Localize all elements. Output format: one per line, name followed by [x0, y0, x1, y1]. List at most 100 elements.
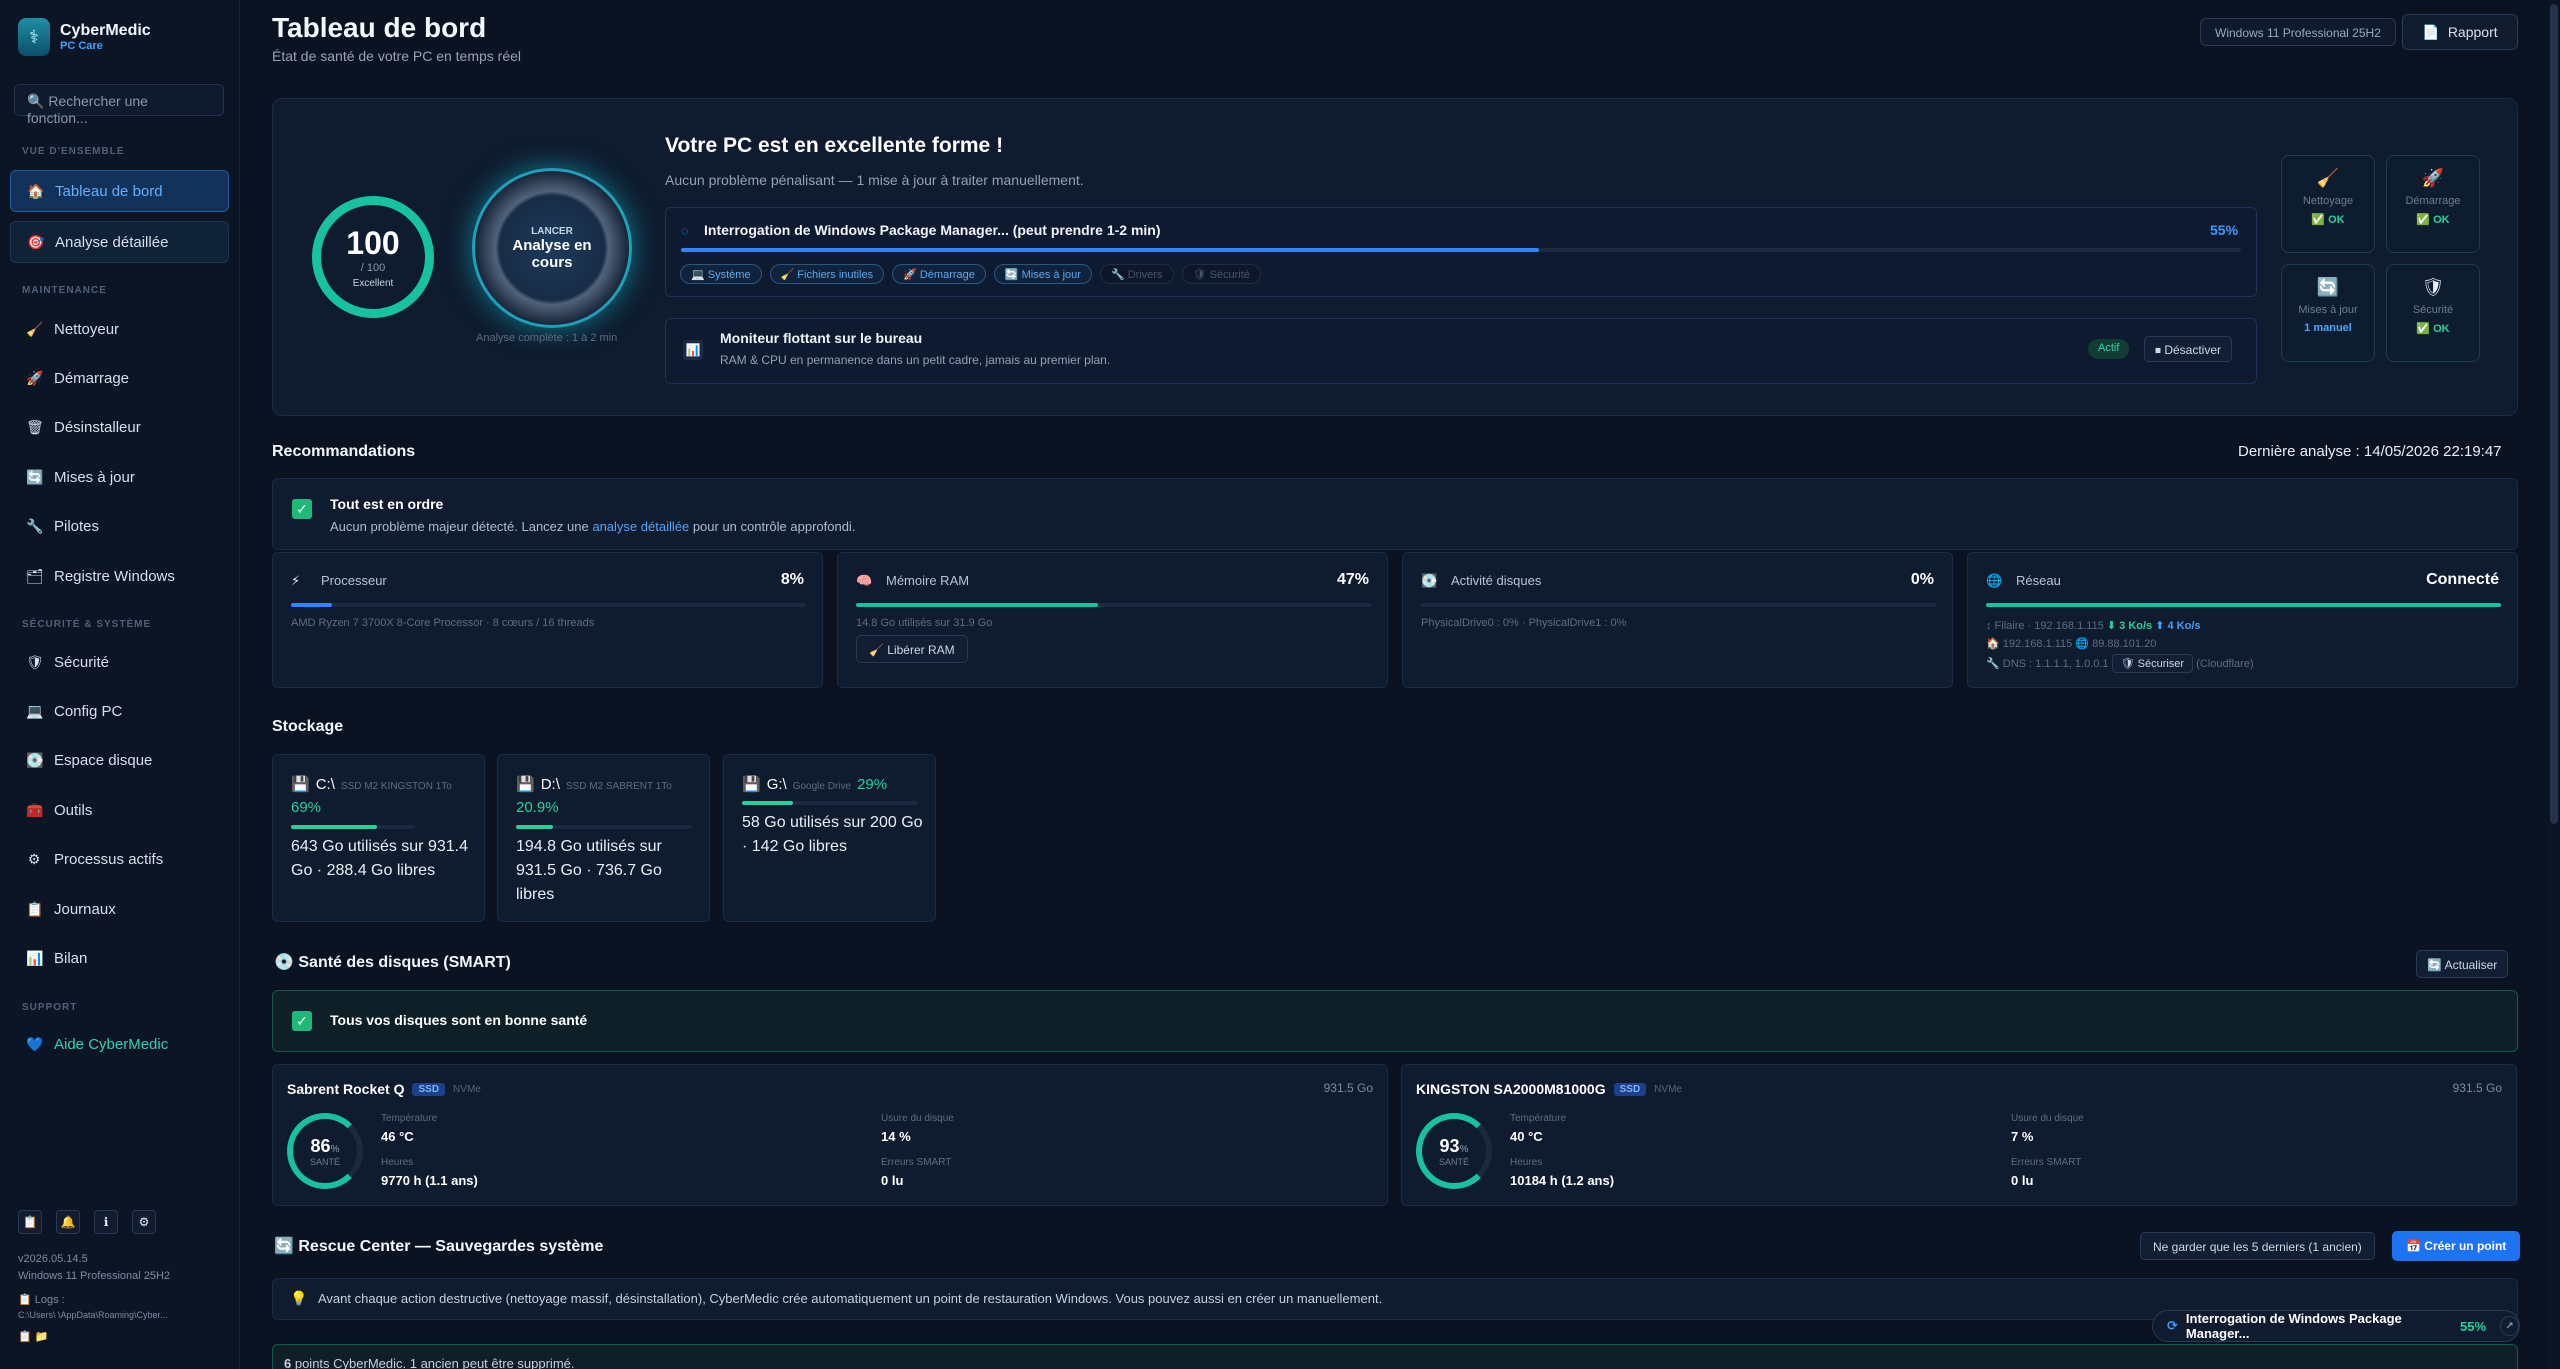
drive-letter: G:\ — [766, 776, 787, 793]
sidebar-item-label: Démarrage — [54, 369, 130, 387]
recommendations-title: Recommandations — [272, 443, 416, 460]
clipboard-icon[interactable]: 📋 — [18, 1210, 42, 1234]
summary-cleaning[interactable]: 🧹 Nettoyage ✅ OK — [2281, 155, 2375, 253]
summary-security[interactable]: 🛡 Sécurité ✅ OK — [2386, 264, 2480, 362]
summary-startup[interactable]: 🚀 Démarrage ✅ OK — [2386, 155, 2480, 253]
drive-c-card[interactable]: 💾 C:\ SSD M2 KINGSTON 1To 69% 643 Go utili… — [272, 754, 485, 922]
sidebar-item-processes[interactable]: ⚙ Processus actifs — [10, 838, 229, 880]
free-ram-button[interactable]: 🧹 Libérer RAM — [856, 635, 968, 663]
cpu-value: 8% — [780, 571, 804, 588]
deactivate-monitor-button[interactable]: ⏹ Désactiver — [2144, 336, 2233, 362]
summary-updates[interactable]: 🔄 Mises à jour 1 manuel — [2281, 264, 2375, 362]
sidebar-item-label: Sécurité — [54, 653, 110, 671]
monitor-title: Moniteur flottant sur le bureau — [720, 330, 923, 346]
broom-icon: 🧹 — [26, 320, 44, 337]
background-task-toast[interactable]: ⟳ Interrogation de Windows Package Manag… — [2152, 1310, 2520, 1342]
disk-model: Sabrent Rocket Q — [287, 1081, 405, 1097]
sidebar-item-drivers[interactable]: 🔧 Pilotes — [10, 505, 229, 547]
network-connection: ↕ Filaire · 192.168.1.115 ⬇ 3 Ko/s ⬆ 4 K… — [1986, 619, 2201, 632]
sidebar-item-label: Tableau de bord — [55, 182, 163, 200]
analysis-step-chip: 🔧 Drivers — [1099, 264, 1174, 284]
folder-icon[interactable]: 📁 — [35, 1331, 49, 1343]
health-score-label: Excellent — [352, 278, 394, 289]
gear-icon[interactable]: ⚙ — [132, 1210, 156, 1234]
info-icon[interactable]: ℹ — [94, 1210, 118, 1234]
disk-health-number: 86 — [310, 1135, 331, 1156]
summary-status: 1 manuel — [2304, 322, 2352, 334]
disk-size: 931.5 Go — [1323, 1081, 1373, 1095]
network-connection-type: ↕ Filaire · 192.168.1.115 — [1986, 620, 2104, 632]
summary-label: Mises à jour — [2298, 304, 2358, 316]
sidebar-item-detailed-analysis[interactable]: 🎯 Analyse détaillée — [10, 221, 229, 263]
sidebar-item-report[interactable]: 📊 Bilan — [10, 937, 229, 979]
secure-dns-button[interactable]: 🛡 Sécuriser — [2111, 654, 2194, 673]
sidebar-item-label: Analyse détaillée — [55, 233, 169, 251]
wear-value: 14 % — [881, 1129, 911, 1144]
bell-icon[interactable]: 🔔 — [56, 1210, 80, 1234]
expand-icon[interactable]: ↗ — [2500, 1316, 2519, 1336]
launch-analysis-button[interactable]: LANCER Analyse en cours — [472, 168, 632, 328]
sidebar-item-disk-space[interactable]: 💽 Espace disque — [10, 739, 229, 781]
refresh-icon: 🔄 — [2316, 277, 2340, 297]
temperature-value: 40 °C — [1510, 1129, 1543, 1144]
drive-g-card[interactable]: 💾 G:\ Google Drive 29% 58 Go utilisés sur 2… — [723, 754, 936, 922]
sidebar-item-tools[interactable]: 🧰 Outils — [10, 789, 229, 831]
sidebar-item-config-pc[interactable]: 💻 Config PC — [10, 690, 229, 732]
sidebar-item-label: Outils — [54, 801, 93, 819]
cpu-bar-fill — [291, 603, 333, 607]
task-progress-bar — [681, 248, 2241, 252]
sidebar-item-registry[interactable]: 🗂 Registre Windows — [10, 555, 229, 597]
home-icon: 🏠 — [27, 182, 45, 199]
sidebar-item-startup[interactable]: 🚀 Démarrage — [10, 357, 229, 399]
floppy-icon: 💾 — [291, 776, 310, 793]
report-button[interactable]: 📄 Rapport — [2402, 14, 2518, 50]
network-dns: 🔧 DNS : 1.1.1.1, 1.0.0.1 🛡 Sécuriser (Cl… — [1986, 654, 2254, 673]
disk-bus: NVMe — [1654, 1083, 1682, 1095]
chart-icon: 📊 — [26, 949, 44, 966]
sidebar-item-cleaner[interactable]: 🧹 Nettoyeur — [10, 308, 229, 350]
sidebar-item-uninstaller[interactable]: 🗑 Désinstalleur — [10, 406, 229, 448]
rocket-icon: 🚀 — [26, 369, 44, 386]
sidebar-item-logs[interactable]: 📋 Journaux — [10, 888, 229, 930]
sidebar-item-security[interactable]: 🛡 Sécurité — [10, 641, 229, 683]
wrench-icon: 🔧 — [26, 517, 44, 534]
sidebar-item-dashboard[interactable]: 🏠 Tableau de bord — [10, 170, 229, 212]
rocket-icon: 🚀 — [2421, 168, 2445, 188]
floppy-icon: 💾 — [742, 776, 761, 793]
detailed-analysis-link[interactable]: analyse détaillée — [592, 519, 689, 534]
checkmark-icon: ✓ — [292, 1011, 312, 1031]
drive-percent: 20.9% — [516, 799, 559, 816]
report-button-label: Rapport — [2447, 24, 2498, 40]
disk-kind-badge: SSD — [412, 1082, 446, 1096]
drive-usage: 58 Go utilisés sur 200 Go · 142 Go libre… — [742, 814, 923, 855]
keep-last-five-button[interactable]: Ne garder que les 5 derniers (1 ancien) — [2140, 1232, 2375, 1260]
smart-disk-card: KINGSTON SA2000M81000G SSD NVMe 931.5 Go 9… — [1401, 1064, 2517, 1206]
logs-actions: 📋 📁 — [18, 1330, 48, 1343]
disk-bus: NVMe — [453, 1083, 481, 1095]
toolbox-icon: 🧰 — [26, 801, 44, 818]
ram-usage: 14.8 Go utilisés sur 31.9 Go — [856, 617, 993, 629]
smart-errors-value: 0 lu — [881, 1173, 904, 1188]
broom-icon: 🧹 — [2316, 168, 2340, 188]
rescue-info-text: Avant chaque action destructive (nettoya… — [318, 1291, 1383, 1306]
search-input[interactable]: 🔍 Rechercher une fonction... — [14, 84, 224, 126]
disk-kind-badge: SSD — [1613, 1082, 1647, 1096]
os-version: Windows 11 Professional 25H2 — [18, 1270, 171, 1282]
ram-value: 47% — [1336, 571, 1369, 588]
summary-label: Nettoyage — [2302, 195, 2354, 207]
sidebar-item-label: Pilotes — [54, 517, 100, 535]
drive-c-header: 💾 C:\ SSD M2 KINGSTON 1To — [291, 775, 452, 793]
nav-section-maintenance: MAINTENANCE — [22, 285, 107, 296]
drive-d-card[interactable]: 💾 D:\ SSD M2 SABRENT 1To 20.9% 194.8 Go ut… — [497, 754, 710, 922]
disk-activity-bar — [1421, 603, 1936, 607]
recommendation-ok-panel — [272, 478, 2518, 550]
refresh-smart-button[interactable]: 🔄 Actualiser — [2416, 950, 2509, 978]
create-restore-point-button[interactable]: 📅 Créer un point — [2392, 1231, 2521, 1261]
disk-health-title: Tous vos disques sont en bonne santé — [330, 1012, 588, 1028]
clipboard-icon[interactable]: 📋 — [18, 1331, 32, 1343]
drive-type: SSD M2 KINGSTON 1To — [340, 781, 452, 792]
sidebar-item-help[interactable]: 💙 Aide CyberMedic — [10, 1023, 229, 1065]
scrollbar-thumb[interactable] — [2550, 4, 2558, 824]
sidebar-item-updates[interactable]: 🔄 Mises à jour — [10, 456, 229, 498]
disk-health-number: 93 — [1439, 1135, 1460, 1156]
